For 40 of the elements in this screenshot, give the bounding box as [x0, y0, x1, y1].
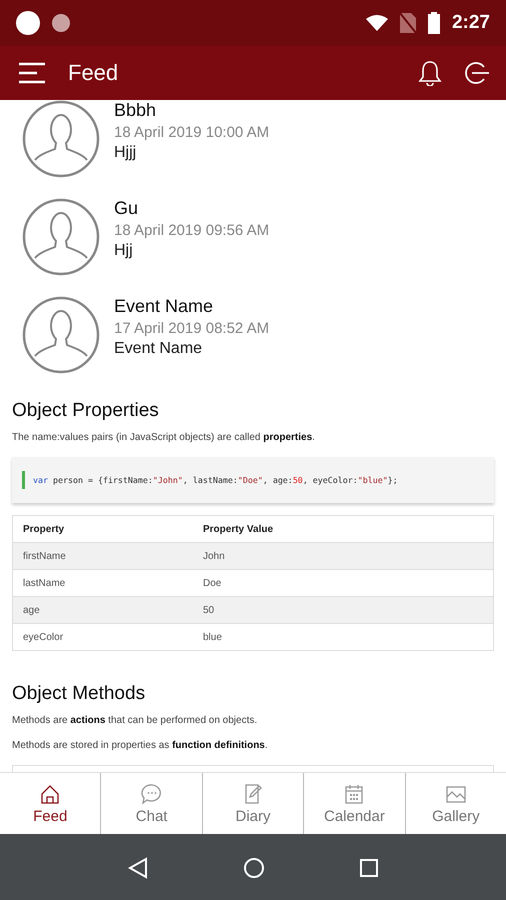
avatar-icon	[22, 198, 100, 276]
home-icon[interactable]	[243, 856, 265, 878]
paragraph: The name:values pairs (in JavaScript objects) are called properties.	[12, 432, 316, 443]
post-text: Hjjj	[114, 144, 138, 162]
table-cell: eyeColor	[12, 624, 193, 650]
menu-icon[interactable]	[18, 62, 46, 84]
post-text: Event Name	[114, 340, 204, 358]
home-icon	[39, 782, 62, 804]
logout-icon[interactable]	[464, 60, 490, 86]
wifi-icon	[366, 15, 388, 31]
table-cell: blue	[193, 624, 494, 650]
battery-icon	[428, 12, 440, 34]
back-icon[interactable]	[127, 856, 149, 878]
table-cell: John	[193, 542, 494, 570]
calendar-icon	[343, 782, 366, 804]
avatar-icon	[22, 296, 100, 374]
table-cell: 50	[193, 596, 494, 624]
post-author: Event Name	[114, 296, 214, 317]
paragraph: Methods are actions that can be performed on objects.	[12, 715, 258, 726]
clock-time: 2:27	[452, 12, 490, 34]
post-date: 17 April 2019 08:52 AM	[114, 320, 270, 337]
table-cell: age	[12, 596, 193, 624]
chat-icon	[140, 782, 163, 804]
table-cell: firstName	[12, 542, 193, 570]
avatar-icon	[22, 100, 100, 178]
recents-icon[interactable]	[359, 858, 379, 878]
post-text: Hjj	[114, 242, 134, 260]
screen-title: Feed	[68, 60, 118, 86]
notification-icon	[16, 11, 40, 35]
no-sim-icon	[400, 13, 416, 33]
bell-icon[interactable]	[418, 60, 442, 86]
section-heading: Object Methods	[12, 683, 146, 705]
post-author: Gu	[114, 198, 140, 219]
section-heading: Object Properties	[12, 400, 160, 422]
post-author: Bbbh	[114, 100, 158, 121]
post-date: 18 April 2019 10:00 AM	[114, 124, 270, 141]
notification-icon	[52, 14, 70, 32]
code-block: var person = {firstName:"John", lastName:"Doe", age:50, eyeColor:"blue"};	[12, 457, 494, 503]
paragraph: Methods are stored in properties as function definitions.	[12, 740, 269, 751]
post-date: 18 April 2019 09:56 AM	[114, 222, 270, 239]
